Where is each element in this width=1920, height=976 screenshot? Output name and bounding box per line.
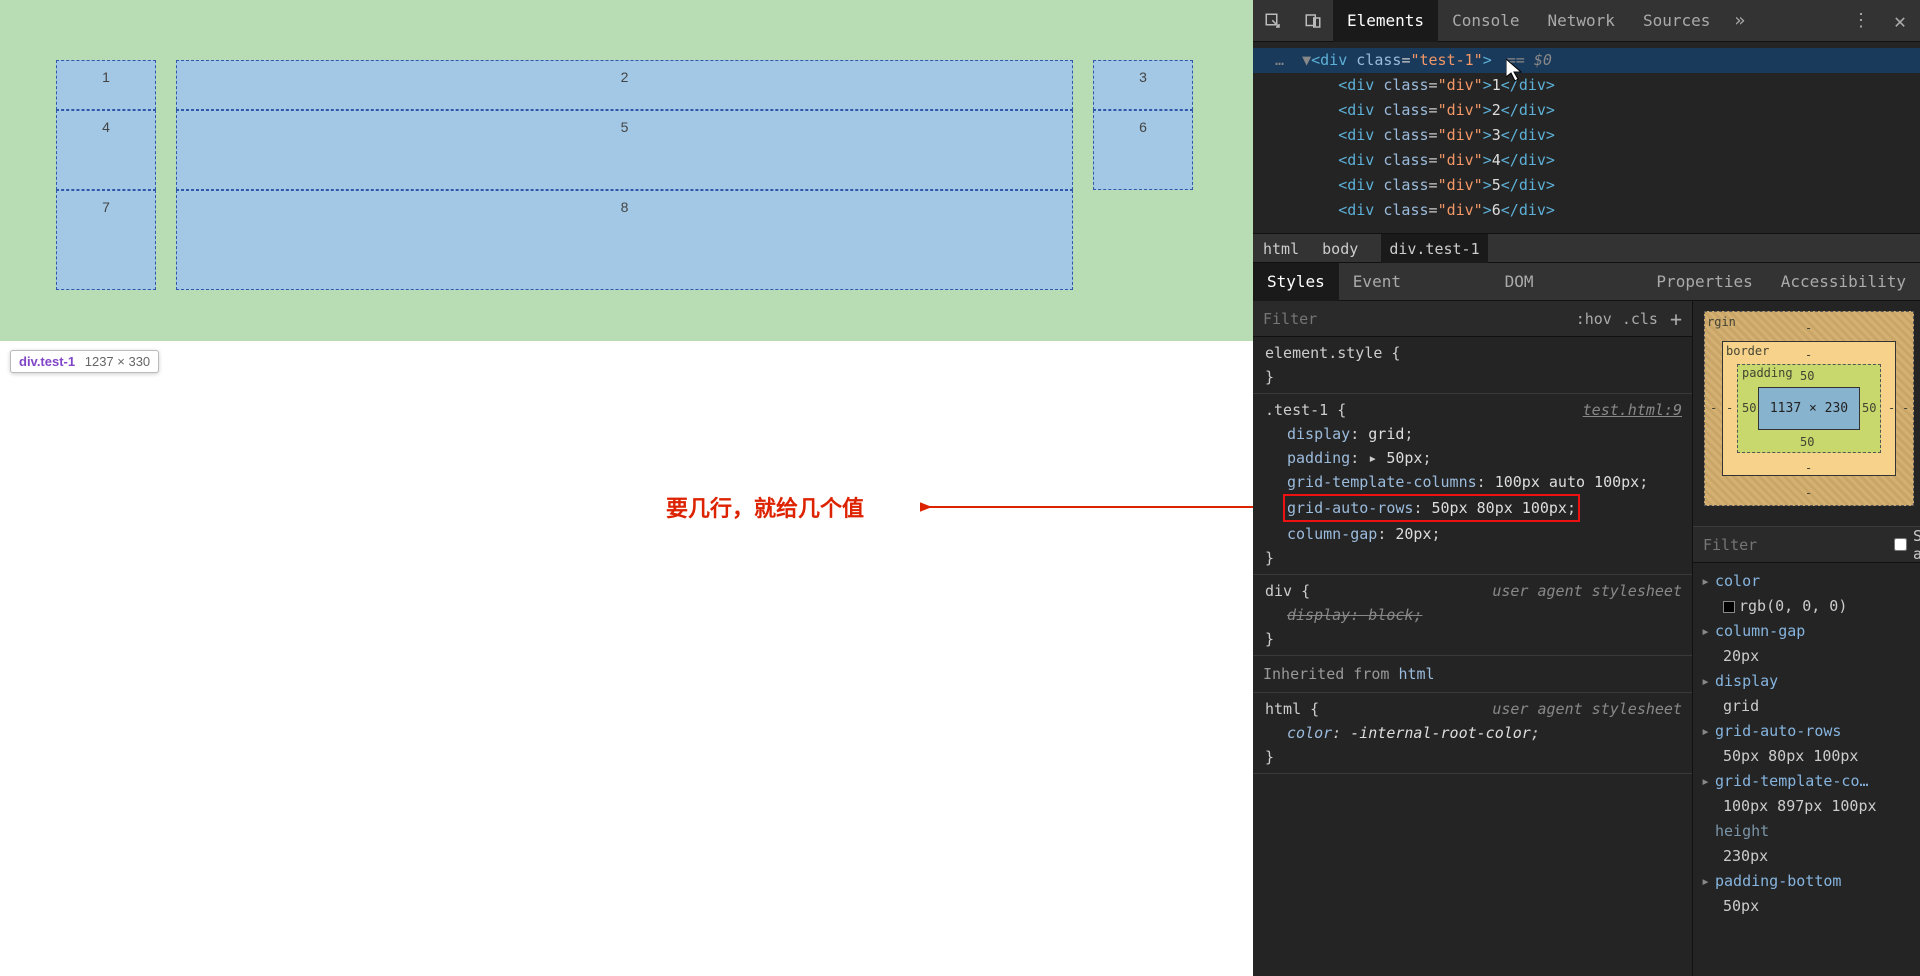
- inspect-icon[interactable]: [1261, 9, 1285, 33]
- tab-sources[interactable]: Sources: [1629, 0, 1724, 42]
- grid-cell: 8: [176, 190, 1073, 290]
- cls-toggle[interactable]: .cls: [1622, 310, 1658, 328]
- computed-row[interactable]: ▸grid-auto-rows: [1701, 719, 1912, 744]
- css-declaration-overridden[interactable]: display: block;: [1265, 603, 1682, 627]
- crumb-item[interactable]: html: [1263, 240, 1299, 258]
- selector-text: div {: [1265, 579, 1310, 603]
- grid-cell: 2: [176, 60, 1073, 110]
- grid-cell: 5: [176, 110, 1073, 190]
- rule-element-style[interactable]: element.style { }: [1253, 337, 1692, 394]
- selector-text: .test-1 {: [1265, 398, 1346, 422]
- computed-value: grid: [1701, 694, 1912, 719]
- computed-column: 1137 × 230 rgin border padding - - - - 5…: [1693, 301, 1920, 976]
- subtab-dom-breakpoints[interactable]: DOM Breakpoints: [1491, 263, 1643, 301]
- ua-label: user agent stylesheet: [1492, 697, 1682, 721]
- computed-value: 20px: [1701, 644, 1912, 669]
- computed-value: rgb(0, 0, 0): [1701, 594, 1912, 619]
- computed-value: 50px 80px 100px: [1701, 744, 1912, 769]
- source-link[interactable]: test.html:9: [1583, 398, 1682, 422]
- styles-filter-row: :hov .cls +: [1253, 301, 1692, 337]
- close-icon[interactable]: ✕: [1880, 9, 1920, 33]
- preview-area: 1 2 3 4 5 6 7 8: [0, 0, 1253, 341]
- computed-properties[interactable]: ▸color rgb(0, 0, 0) ▸column-gap 20px ▸di…: [1693, 563, 1920, 976]
- box-model[interactable]: 1137 × 230 rgin border padding - - - - 5…: [1693, 301, 1920, 527]
- inherited-from-label: Inherited from html: [1253, 656, 1692, 693]
- css-declaration[interactable]: padding: ▸ 50px;: [1265, 446, 1682, 470]
- subtab-event-listeners[interactable]: Event Listeners: [1339, 263, 1491, 301]
- css-rules-list[interactable]: element.style { } .test-1 { test.html:9 …: [1253, 337, 1692, 976]
- bm-content[interactable]: 1137 × 230: [1758, 387, 1860, 430]
- dom-node-selected[interactable]: … ▼<div class="test-1"> == $0: [1253, 48, 1920, 73]
- rule-div-ua[interactable]: div { user agent stylesheet display: blo…: [1253, 575, 1692, 656]
- color-swatch[interactable]: [1723, 601, 1735, 613]
- devtools-top-bar: Elements Console Network Sources » ⋮ ✕: [1253, 0, 1920, 42]
- styles-subtabs: Styles Event Listeners DOM Breakpoints P…: [1253, 263, 1920, 301]
- rule-html-ua[interactable]: html { user agent stylesheet color: -int…: [1253, 693, 1692, 774]
- computed-filter-input[interactable]: [1703, 536, 1894, 554]
- computed-value: 50px: [1701, 894, 1912, 919]
- css-declaration[interactable]: column-gap: 20px;: [1265, 522, 1682, 546]
- css-declaration[interactable]: color: -internal-root-color;: [1265, 721, 1682, 745]
- styles-column: :hov .cls + element.style { } .test-1 { …: [1253, 301, 1693, 976]
- grid-cell: 3: [1093, 60, 1193, 110]
- computed-row[interactable]: ▸column-gap: [1701, 619, 1912, 644]
- breadcrumb: html body div.test-1: [1253, 233, 1920, 263]
- styles-filter-input[interactable]: [1263, 310, 1566, 328]
- computed-filter-row: Show all: [1693, 527, 1920, 563]
- annotation-arrow: [920, 497, 1290, 517]
- selector-text: html {: [1265, 697, 1319, 721]
- dom-node[interactable]: <div class="div">5</div>: [1253, 173, 1920, 198]
- hov-toggle[interactable]: :hov: [1576, 310, 1612, 328]
- dom-node[interactable]: <div class="div">2</div>: [1253, 98, 1920, 123]
- annotation-text: 要几行，就给几个值: [666, 491, 864, 523]
- device-toggle-icon[interactable]: [1301, 9, 1325, 33]
- dom-node[interactable]: <div class="div">1</div>: [1253, 73, 1920, 98]
- crumb-item-current[interactable]: div.test-1: [1381, 234, 1487, 264]
- css-declaration-highlighted[interactable]: grid-auto-rows: 50px 80px 100px;: [1265, 494, 1682, 522]
- ua-label: user agent stylesheet: [1492, 579, 1682, 603]
- computed-value: 100px 897px 100px: [1701, 794, 1912, 819]
- tooltip-dimensions: 1237 × 330: [85, 354, 150, 369]
- grid-cell: 6: [1093, 110, 1193, 190]
- selector-text: element.style {: [1265, 341, 1682, 365]
- css-declaration[interactable]: display: grid;: [1265, 422, 1682, 446]
- computed-row[interactable]: ▸grid-template-co…: [1701, 769, 1912, 794]
- show-all-checkbox[interactable]: [1894, 537, 1907, 552]
- lower-split: :hov .cls + element.style { } .test-1 { …: [1253, 301, 1920, 976]
- tab-elements[interactable]: Elements: [1333, 0, 1438, 42]
- computed-row[interactable]: ▸color: [1701, 569, 1912, 594]
- computed-row[interactable]: ▸padding-bottom: [1701, 869, 1912, 894]
- test-1-grid[interactable]: 1 2 3 4 5 6 7 8: [56, 60, 1193, 290]
- subtab-styles[interactable]: Styles: [1253, 263, 1339, 301]
- dom-tree[interactable]: … ▼<div class="test-1"> == $0 <div class…: [1253, 42, 1920, 233]
- tab-console[interactable]: Console: [1438, 0, 1533, 42]
- computed-value: 230px: [1701, 844, 1912, 869]
- dom-node[interactable]: <div class="div">6</div>: [1253, 198, 1920, 223]
- subtab-properties[interactable]: Properties: [1642, 263, 1766, 301]
- tooltip-selector: div.test-1: [19, 354, 75, 369]
- grid-cell: 7: [56, 190, 156, 290]
- grid-cell: 1: [56, 60, 156, 110]
- dom-node[interactable]: <div class="div">3</div>: [1253, 123, 1920, 148]
- subtab-accessibility[interactable]: Accessibility: [1767, 263, 1920, 301]
- grid-cell: 4: [56, 110, 156, 190]
- crumb-item[interactable]: body: [1322, 240, 1358, 258]
- computed-row[interactable]: ▸display: [1701, 669, 1912, 694]
- computed-row[interactable]: ▸height: [1701, 819, 1912, 844]
- devtools-panel: Elements Console Network Sources » ⋮ ✕ ……: [1253, 0, 1920, 976]
- tab-network[interactable]: Network: [1534, 0, 1629, 42]
- css-declaration[interactable]: grid-template-columns: 100px auto 100px;: [1265, 470, 1682, 494]
- dom-node[interactable]: <div class="div">4</div>: [1253, 148, 1920, 173]
- kebab-menu-icon[interactable]: ⋮: [1842, 10, 1880, 31]
- rule-test-1[interactable]: .test-1 { test.html:9 display: grid; pad…: [1253, 394, 1692, 575]
- show-all-label[interactable]: Show all: [1913, 527, 1920, 563]
- element-tooltip: div.test-1 1237 × 330: [10, 350, 159, 373]
- new-rule-button[interactable]: +: [1670, 307, 1682, 331]
- more-tabs-chevron[interactable]: »: [1724, 10, 1755, 31]
